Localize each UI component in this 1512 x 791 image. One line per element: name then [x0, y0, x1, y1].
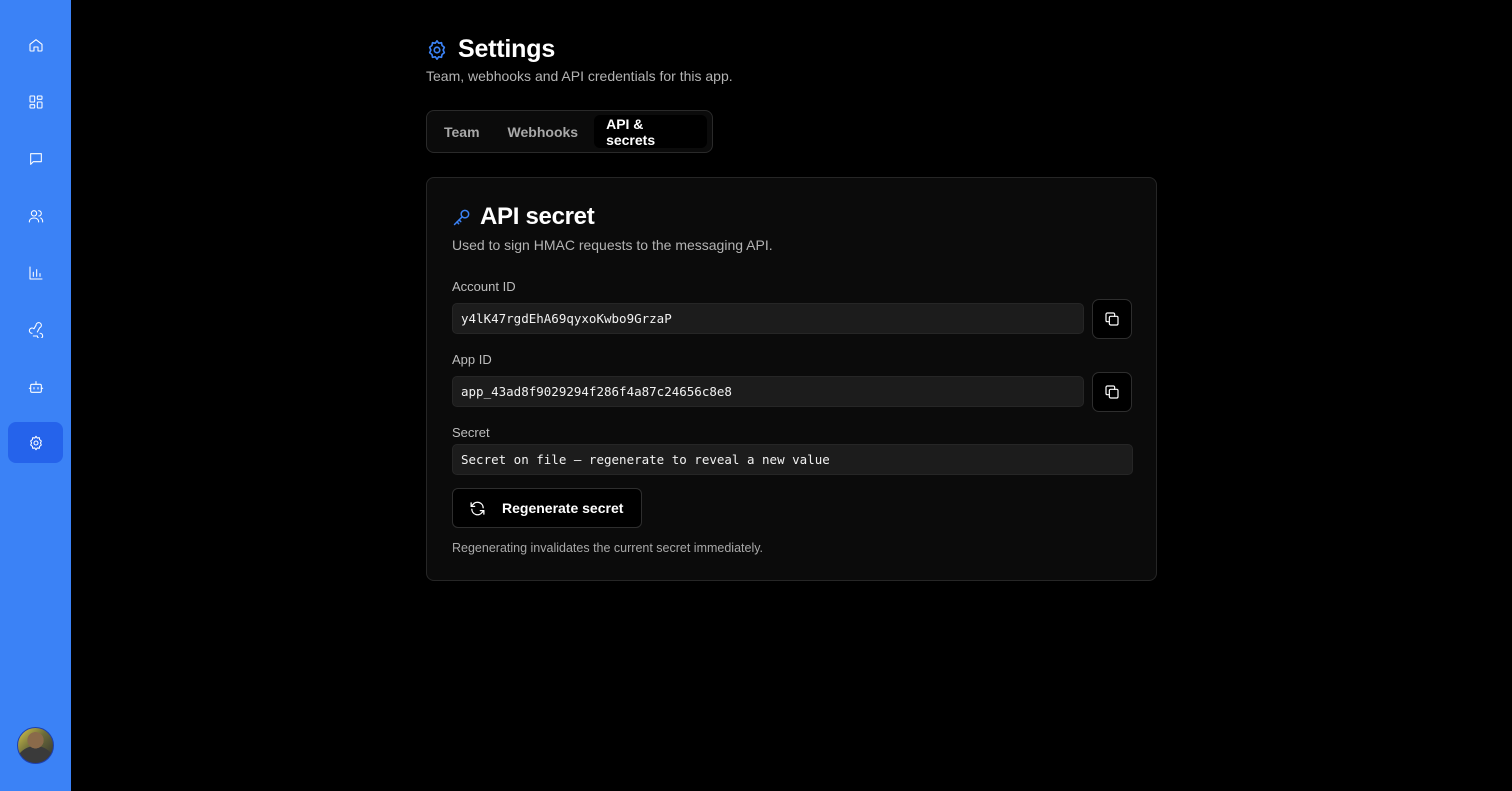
sidebar-item-webhooks[interactable]: [8, 309, 63, 350]
page-title: Settings: [458, 35, 556, 63]
gear-icon: [428, 39, 446, 60]
users-icon: [28, 209, 43, 223]
app-id-label: App ID: [452, 352, 492, 367]
settings-tabs: Team Webhooks API & secrets: [426, 110, 713, 153]
refresh-icon: [470, 501, 485, 515]
sidebar-item-bots[interactable]: [8, 366, 63, 407]
account-id-field[interactable]: y4lK47rgdEhA69qyxoKwbo9GrzaP: [452, 303, 1084, 334]
copy-icon: [1105, 312, 1119, 326]
api-secret-card: API secret Used to sign HMAC requests to…: [426, 177, 1157, 581]
copy-account-id-button[interactable]: [1092, 299, 1132, 339]
home-icon: [28, 38, 43, 52]
sidebar-item-analytics[interactable]: [8, 252, 63, 293]
copy-icon: [1105, 385, 1119, 399]
page-subtitle: Team, webhooks and API credentials for t…: [426, 68, 733, 84]
card-header: API secret Used to sign HMAC requests to…: [452, 203, 773, 253]
gear-icon: [29, 435, 42, 450]
card-title: API secret: [480, 203, 595, 230]
chat-icon: [29, 152, 42, 165]
tab-team[interactable]: Team: [432, 115, 492, 148]
sidebar-item-settings[interactable]: [8, 422, 63, 463]
chart-icon: [28, 265, 43, 280]
key-icon: [453, 209, 470, 226]
card-description: Used to sign HMAC requests to the messag…: [452, 237, 773, 253]
sidebar-item-users[interactable]: [8, 195, 63, 236]
avatar[interactable]: [17, 727, 54, 764]
sidebar: [0, 0, 71, 791]
copy-app-id-button[interactable]: [1092, 372, 1132, 412]
regenerate-hint: Regenerating invalidates the current sec…: [452, 541, 764, 555]
app-root: Settings Team, webhooks and API credenti…: [0, 0, 1512, 791]
app-id-field[interactable]: app_43ad8f9029294f286f4a87c24656c8e8: [452, 376, 1084, 407]
card-title-row: API secret: [452, 203, 773, 231]
sidebar-item-home[interactable]: [8, 24, 63, 65]
tab-webhooks[interactable]: Webhooks: [496, 115, 591, 148]
regenerate-secret-button[interactable]: Regenerate secret: [452, 488, 642, 528]
bot-icon: [28, 380, 43, 393]
regenerate-secret-label: Regenerate secret: [502, 500, 624, 516]
sidebar-item-dashboard[interactable]: [8, 81, 63, 122]
secret-label: Secret: [452, 425, 490, 440]
webhook-icon: [28, 321, 43, 338]
page-header: Settings Team, webhooks and API credenti…: [426, 35, 733, 84]
sidebar-item-messages[interactable]: [8, 138, 63, 179]
account-id-label: Account ID: [452, 279, 516, 294]
secret-field[interactable]: Secret on file — regenerate to reveal a …: [452, 444, 1133, 475]
dashboard-icon: [28, 94, 43, 109]
tab-api-secrets[interactable]: API & secrets: [594, 115, 707, 148]
title-row: Settings: [426, 35, 733, 64]
